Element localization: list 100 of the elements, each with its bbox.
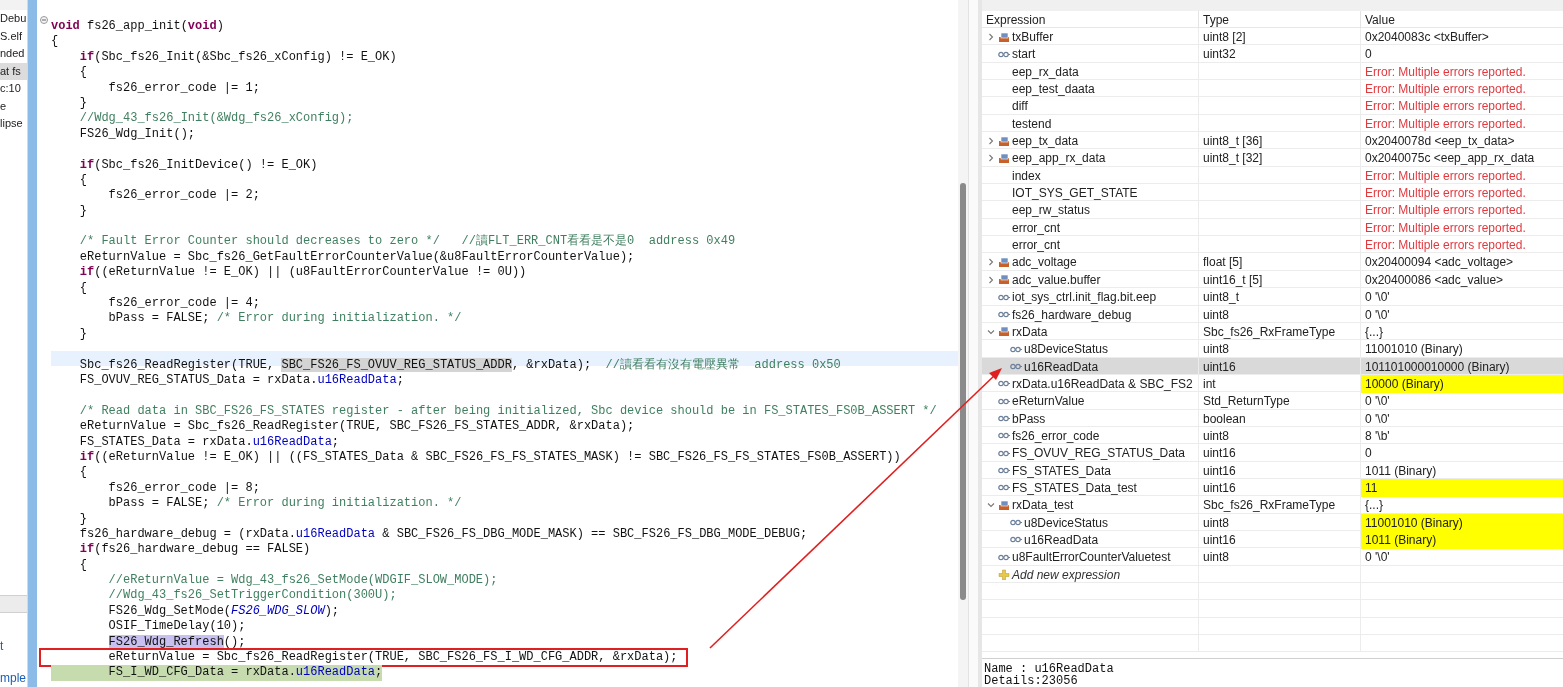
code-line: eReturnValue = Sbc_fs26_GetFaultErrorCounterValue(&u8FaultErrorCounterValue); <box>78 249 635 266</box>
tree-item[interactable]: at fs <box>0 62 27 80</box>
expression-row[interactable]: u8FaultErrorCounterValuetest uint8 0 '\0' <box>982 548 1563 566</box>
type-cell-text: uint32 <box>1203 46 1236 64</box>
expression-row[interactable]: fs26_error_code uint8 8 '\b' <box>982 426 1563 445</box>
expression-row[interactable]: start uint32 0 <box>982 45 1563 63</box>
expression-row[interactable]: rxData.u16ReadData & SBC_FS2 int 10000 (Binary) <box>982 374 1563 393</box>
expression-name: iot_sys_ctrl.init_flag.bit.eep <box>1012 289 1157 307</box>
expression-row[interactable]: error_cnt Error: Multiple errors reported. <box>982 218 1563 237</box>
column-header[interactable]: Value <box>1365 11 1395 29</box>
code-line: { <box>51 34 59 50</box>
expression-name: FS_OVUV_REG_STATUS_Data <box>1012 445 1185 463</box>
expression-row[interactable]: eep_test_daata Error: Multiple errors reported. <box>982 80 1563 98</box>
expression-row[interactable]: index Error: Multiple errors reported. <box>982 166 1563 185</box>
value-cell-text: 0 '\0' <box>1364 289 1391 307</box>
expression-name: adc_value.buffer <box>1012 271 1101 289</box>
code-line: /* Read data in SBC_FS26_FS_STATES register - after being initialized, Sbc device should be in FS_STATES_FS0B_ASSERT */ <box>78 403 937 420</box>
expression-row[interactable]: FS_STATES_Data_test uint16 11 <box>982 478 1563 497</box>
type-cell-text: uint8 <box>1203 549 1230 567</box>
tree-item[interactable]: S.elf <box>0 27 27 45</box>
column-header[interactable]: Expression <box>986 11 1046 29</box>
code-line: if(fs26_hardware_debug == FALSE) <box>78 542 311 558</box>
expression-row[interactable]: iot_sys_ctrl.init_flag.bit.eep uint8_t 0 '\0' <box>982 288 1563 306</box>
value-cell-text: 0x2040083c <txBuffer> <box>1364 29 1490 46</box>
type-cell-text: uint16 <box>1203 445 1236 463</box>
expression-name: error_cnt <box>1012 219 1061 237</box>
value-cell-text: 1011 (Binary) <box>1364 462 1438 480</box>
code-line: FS26_Wdg_Refresh(); <box>107 634 246 650</box>
value-cell-text: 0 '\0' <box>1364 549 1391 567</box>
value-cell-text: Error: Multiple errors reported. <box>1364 185 1527 203</box>
expression-row[interactable]: bPass boolean 0 '\0' <box>982 409 1563 427</box>
expression-row[interactable]: adc_value.buffer uint16_t [5] 0x20400086 <adc_value> <box>982 270 1563 289</box>
value-cell-text: Error: Multiple errors reported. <box>1364 98 1527 116</box>
code-line: if((eReturnValue != E_OK) || (u8FaultErrorCounterValue != 0U)) <box>78 265 527 281</box>
link[interactable]: t <box>0 639 27 653</box>
expression-name: IOT_SYS_GET_STATE <box>1012 185 1138 203</box>
code-line: fs26_hardware_debug = (rxData.u16ReadData & SBC_FS26_FS_DBG_MODE_MASK) == SBC_FS26_FS_DBG_MODE_DEBUG; <box>78 526 808 543</box>
expression-row[interactable]: testend Error: Multiple errors reported. <box>982 114 1563 133</box>
value-cell-text: 0x20400086 <adc_value> <box>1364 271 1505 289</box>
column-header[interactable]: Type <box>1203 11 1229 29</box>
value-cell-text: 0 '\0' <box>1364 306 1391 324</box>
expression-row[interactable]: eep_tx_data uint8_t [36] 0x2040078d <eep_tx_data> <box>982 132 1563 150</box>
expression-name: fs26_hardware_debug <box>1012 306 1132 324</box>
expression-name: u16ReadData <box>1024 358 1099 376</box>
type-cell-text: uint16 <box>1203 531 1236 549</box>
code-line: //Wdg_43_fs26_Init(&Wdg_fs26_xConfig); <box>78 111 354 127</box>
value-cell-text: 11001010 (Binary) <box>1364 341 1464 359</box>
expression-row[interactable]: fs26_hardware_debug uint8 0 '\0' <box>982 305 1563 323</box>
code-line: { <box>78 465 87 481</box>
expression-row[interactable]: rxData Sbc_fs26_RxFrameType {...} <box>982 322 1563 341</box>
link[interactable]: mple <box>0 671 27 685</box>
value-cell-text: Error: Multiple errors reported. <box>1364 202 1527 220</box>
code-line: fs26_error_code |= 2; <box>107 188 260 204</box>
expression-name: eReturnValue <box>1012 393 1085 411</box>
value-cell-text: 101101000010000 (Binary) <box>1364 358 1511 376</box>
expression-name: eep_test_daata <box>1012 81 1095 99</box>
expression-name: eep_rx_data <box>1012 63 1079 81</box>
value-cell-text: Error: Multiple errors reported. <box>1364 63 1527 81</box>
value-cell-text: Error: Multiple errors reported. <box>1364 219 1527 237</box>
code-line: //Wdg_43_fs26_SetTriggerCondition(300U); <box>107 588 397 604</box>
expression-name: u8FaultErrorCounterValuetest <box>1012 549 1171 567</box>
tree-item[interactable]: nded <box>0 45 27 63</box>
expression-row[interactable]: u16ReadData uint16 1011 (Binary) <box>982 530 1563 549</box>
expression-name: rxData.u16ReadData & SBC_FS2 <box>1012 375 1193 393</box>
code-line: } <box>78 326 87 343</box>
tree-item[interactable]: lipse <box>0 115 27 133</box>
code-line: eReturnValue = Sbc_fs26_ReadRegister(TRUE, SBC_FS26_FS_I_WD_CFG_ADDR, &rxData); <box>41 650 686 666</box>
type-cell-text: uint8_t <box>1203 289 1240 307</box>
code-line: fs26_error_code |= 4; <box>107 296 260 312</box>
code-line: bPass = FALSE; /* Error during initialization. */ <box>107 496 462 512</box>
tree-item[interactable]: c:10 <box>0 80 27 98</box>
expression-row[interactable]: IOT_SYS_GET_STATE Error: Multiple errors reported. <box>982 184 1563 202</box>
code-line: OSIF_TimeDelay(10); <box>107 619 246 635</box>
expression-row[interactable]: eep_app_rx_data uint8_t [32] 0x2040075c <eep_app_rx_data <box>982 149 1563 167</box>
expression-row[interactable]: adc_voltage float [5] 0x20400094 <adc_voltage> <box>982 253 1563 271</box>
value-cell-text: {...} <box>1364 497 1385 515</box>
expression-name: bPass <box>1012 410 1046 428</box>
expression-row[interactable]: FS_OVUV_REG_STATUS_Data uint16 0 <box>982 444 1563 462</box>
expression-row[interactable]: u8DeviceStatus uint8 11001010 (Binary) <box>982 513 1563 531</box>
type-cell-text: uint16_t [5] <box>1203 271 1263 289</box>
expression-row[interactable]: eep_rw_status Error: Multiple errors reported. <box>982 201 1563 219</box>
expression-row[interactable]: eep_rx_data Error: Multiple errors reported. <box>982 62 1563 81</box>
add-expression-link[interactable]: Add new expression <box>1012 565 1121 584</box>
code-line: FS26_Wdg_Init(); <box>78 126 196 143</box>
code-line: { <box>78 172 87 189</box>
type-cell-text: Std_ReturnType <box>1203 393 1290 411</box>
expression-row[interactable]: txBuffer uint8 [2] 0x2040083c <txBuffer> <box>982 28 1563 46</box>
code-line: FS26_Wdg_SetMode(FS26_WDG_SLOW); <box>107 603 340 620</box>
expression-name: FS_STATES_Data <box>1012 462 1111 480</box>
expression-name: u8DeviceStatus <box>1024 514 1109 532</box>
expression-row[interactable]: diff Error: Multiple errors reported. <box>982 97 1563 115</box>
expression-name: u16ReadData <box>1024 531 1099 549</box>
value-cell-text: 0x2040078d <eep_tx_data> <box>1364 133 1516 151</box>
tree-item[interactable]: e <box>0 97 27 115</box>
expression-row[interactable]: error_cnt Error: Multiple errors reported. <box>982 236 1563 254</box>
tree-item[interactable]: Debu <box>0 10 27 28</box>
value-cell-text: 8 '\b' <box>1364 427 1391 445</box>
code-line: fs26_error_code |= 1; <box>107 80 260 96</box>
type-cell-text: float [5] <box>1203 254 1243 272</box>
expression-row[interactable]: eReturnValue Std_ReturnType 0 '\0' <box>982 392 1563 410</box>
